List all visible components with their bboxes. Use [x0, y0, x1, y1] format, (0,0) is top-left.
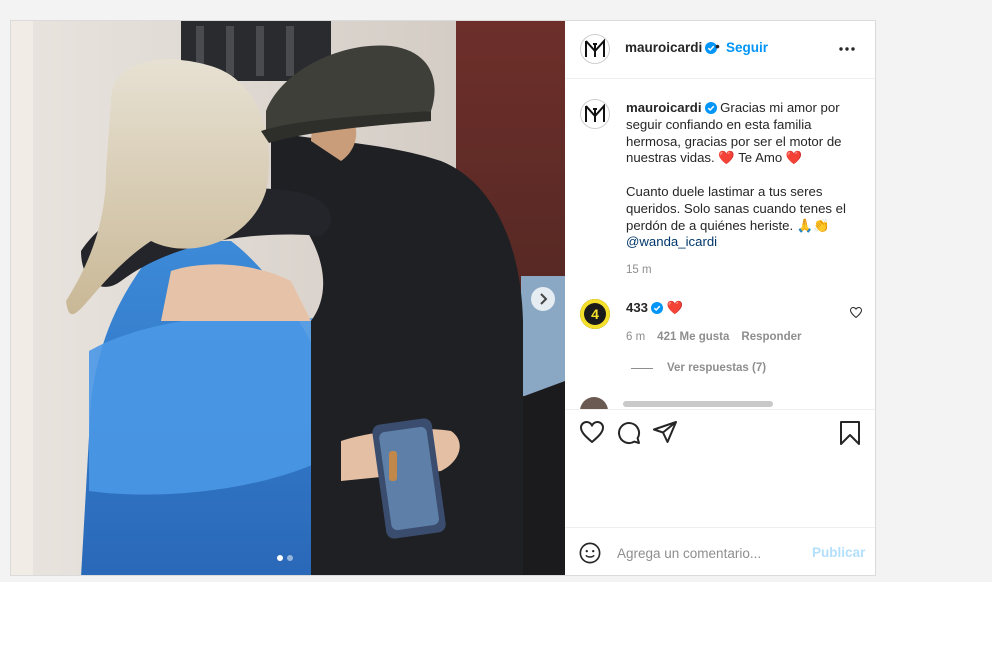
433-logo-label: 4 — [591, 306, 599, 322]
add-comment-bar: Publicar — [565, 527, 875, 575]
comment-body: 433 ❤️ — [626, 300, 683, 316]
like-comment-button[interactable] — [849, 305, 863, 323]
heart-outline-icon — [579, 420, 605, 444]
publish-button[interactable]: Publicar — [812, 545, 865, 560]
couple-photo — [11, 21, 565, 575]
comment-bubble-icon — [618, 422, 641, 445]
comments-section: mauroicardi Gracias mi amor por seguir c… — [565, 79, 875, 409]
next-photo-button[interactable] — [531, 287, 555, 311]
verified-badge-icon — [704, 102, 717, 114]
post-caption: mauroicardi Gracias mi amor por seguir c… — [626, 100, 858, 251]
view-replies-label: Ver respuestas (7) — [667, 362, 767, 374]
caption-paragraph-2: Cuanto duele lastimar a tus seres querid… — [626, 183, 846, 233]
post-actions — [565, 409, 875, 528]
commenter-avatar[interactable]: 4 — [580, 299, 610, 329]
comment-text: ❤️ — [666, 300, 684, 315]
more-options-button[interactable] — [839, 35, 855, 56]
comment-meta: 6 m 421 Me gusta Responder — [626, 331, 801, 343]
bookmark-icon — [840, 421, 860, 445]
more-horizontal-icon — [839, 47, 855, 51]
post-sidebar: mauroicardi • Seguir mauroicardi Gracias… — [565, 21, 875, 575]
instagram-post: mauroicardi • Seguir mauroicardi Gracias… — [10, 20, 876, 576]
share-button[interactable] — [653, 421, 677, 448]
caption-author-avatar[interactable] — [580, 99, 610, 129]
comment-button[interactable] — [617, 421, 641, 450]
post-header: mauroicardi • Seguir — [565, 21, 875, 79]
replies-divider — [631, 367, 653, 369]
comment-timestamp[interactable]: 6 m — [626, 331, 645, 343]
carousel-indicator — [277, 555, 293, 561]
mention-link[interactable]: @wanda_icardi — [626, 234, 717, 249]
like-button[interactable] — [579, 420, 605, 448]
comment-username[interactable]: 433 — [626, 300, 648, 315]
paper-plane-icon — [653, 421, 677, 443]
caption-username[interactable]: mauroicardi — [626, 100, 702, 115]
emoji-picker-button[interactable] — [579, 542, 601, 569]
next-comment-preview — [623, 401, 773, 407]
author-avatar[interactable] — [580, 34, 610, 64]
heart-outline-icon — [849, 306, 863, 319]
post-photo[interactable] — [11, 21, 565, 575]
carousel-dot — [287, 555, 293, 561]
author-username[interactable]: mauroicardi — [625, 40, 718, 55]
smiley-icon — [579, 542, 601, 564]
header-separator: • — [715, 38, 720, 54]
carousel-dot-active — [277, 555, 283, 561]
follow-button[interactable]: Seguir — [726, 40, 768, 55]
next-commenter-avatar[interactable] — [580, 397, 608, 409]
verified-badge-icon — [651, 302, 664, 314]
chevron-right-icon — [540, 293, 548, 305]
433-logo: 4 — [580, 299, 610, 329]
view-replies-button[interactable]: Ver respuestas (7) — [631, 362, 766, 374]
comment-input[interactable] — [615, 541, 809, 565]
mi-monogram-logo — [585, 38, 605, 57]
reply-button[interactable]: Responder — [741, 331, 801, 343]
mi-monogram-logo — [585, 103, 605, 122]
username-text[interactable]: mauroicardi — [625, 40, 702, 55]
comment-likes[interactable]: 421 Me gusta — [657, 331, 729, 343]
save-button[interactable] — [840, 421, 860, 450]
caption-timestamp[interactable]: 15 m — [626, 264, 652, 276]
